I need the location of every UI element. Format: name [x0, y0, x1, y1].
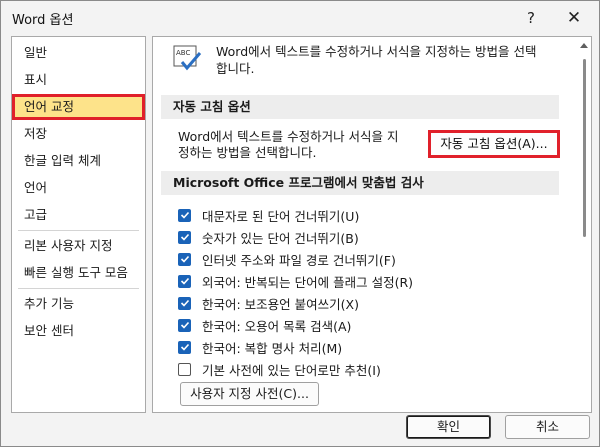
custom-dictionaries-button[interactable]: 사용자 지정 사전(C)...: [180, 382, 319, 406]
svg-text:ABC: ABC: [176, 49, 190, 57]
intro-text: Word에서 텍스트를 수정하거나 서식을 지정하는 방법을 선택합니다.: [216, 44, 537, 76]
sidebar-item-customize-ribbon[interactable]: 리본 사용자 지정: [12, 233, 145, 259]
autocorrect-options-button[interactable]: 자동 고침 옵션(A)...: [428, 130, 560, 158]
spelling-section-heading: Microsoft Office 프로그램에서 맞춤법 검사: [161, 171, 559, 195]
scroll-thumb[interactable]: [583, 59, 586, 237]
option-korean-misuse-list[interactable]: 한국어: 오용어 목록 검색(A): [178, 315, 351, 335]
sidebar-item-proofing[interactable]: 언어 교정: [12, 94, 145, 120]
sidebar-item-trust-center[interactable]: 보안 센터: [12, 318, 145, 344]
option-label: 인터넷 주소와 파일 경로 건너뛰기(F): [202, 252, 396, 268]
options-sidebar: 일반 표시 언어 교정 저장 한글 입력 체계 언어 고급 리본 사용자 지정 …: [11, 36, 146, 413]
checkbox-checked[interactable]: [178, 296, 191, 310]
sidebar-item-hangul-input[interactable]: 한글 입력 체계: [12, 148, 145, 174]
sidebar-divider: [18, 288, 139, 289]
option-flag-repeated-words[interactable]: 외국어: 반복되는 단어에 플래그 설정(R): [178, 271, 413, 291]
checkbox-checked[interactable]: [178, 230, 191, 244]
option-label: 한국어: 복합 명사 처리(M): [202, 340, 343, 356]
option-korean-compound-nouns[interactable]: 한국어: 복합 명사 처리(M): [178, 337, 342, 357]
title-bar: Word 옵션 ? ✕: [1, 1, 599, 35]
option-ignore-numbers[interactable]: 숫자가 있는 단어 건너뛰기(B): [178, 227, 359, 247]
vertical-scrollbar[interactable]: [578, 37, 590, 412]
checkbox-checked[interactable]: [178, 208, 191, 222]
option-ignore-uppercase[interactable]: 대문자로 된 단어 건너뛰기(U): [178, 205, 359, 225]
checkbox-unchecked[interactable]: [178, 362, 191, 376]
checkbox-checked[interactable]: [178, 274, 191, 288]
proofing-abc-check-icon: ABC: [173, 45, 202, 71]
option-label: 대문자로 된 단어 건너뛰기(U): [202, 208, 360, 224]
window-title: Word 옵션: [12, 13, 74, 28]
sidebar-item-add-ins[interactable]: 추가 기능: [12, 291, 145, 317]
proofing-content-pane: ABC Word에서 텍스트를 수정하거나 서식을 지정하는 방법을 선택합니다…: [152, 36, 592, 413]
sidebar-item-save[interactable]: 저장: [12, 121, 145, 147]
sidebar-item-quick-access-toolbar[interactable]: 빠른 실행 도구 모음: [12, 260, 145, 286]
option-label: 숫자가 있는 단어 건너뛰기(B): [202, 230, 359, 246]
sidebar-item-advanced[interactable]: 고급: [12, 202, 145, 228]
checkbox-checked[interactable]: [178, 318, 191, 332]
sidebar-item-language[interactable]: 언어: [12, 175, 145, 201]
checkbox-checked[interactable]: [178, 340, 191, 354]
ok-button[interactable]: 확인: [406, 415, 491, 439]
scroll-up-arrow-icon[interactable]: [580, 43, 588, 48]
sidebar-divider: [18, 230, 139, 231]
sidebar-item-display[interactable]: 표시: [12, 67, 145, 93]
option-suggest-main-dictionary-only[interactable]: 기본 사전에 있는 단어로만 추천(I): [178, 359, 381, 379]
sidebar-item-general[interactable]: 일반: [12, 40, 145, 66]
checkbox-checked[interactable]: [178, 252, 191, 266]
word-options-dialog: Word 옵션 ? ✕ 일반 표시 언어 교정 저장 한글 입력 체계 언어 고…: [0, 0, 600, 447]
autocorrect-description: Word에서 텍스트를 수정하거나 서식을 지정하는 방법을 선택합니다.: [178, 129, 399, 160]
option-label: 기본 사전에 있는 단어로만 추천(I): [202, 362, 381, 378]
cancel-button[interactable]: 취소: [505, 415, 590, 439]
autocorrect-section-heading: 자동 고침 옵션: [161, 95, 559, 119]
option-label: 외국어: 반복되는 단어에 플래그 설정(R): [202, 274, 414, 290]
option-korean-auxiliary-verbs[interactable]: 한국어: 보조용언 붙여쓰기(X): [178, 293, 359, 313]
question-mark-icon[interactable]: ?: [511, 3, 551, 33]
option-label: 한국어: 오용어 목록 검색(A): [202, 318, 352, 334]
option-label: 한국어: 보조용언 붙여쓰기(X): [202, 296, 359, 312]
close-icon[interactable]: ✕: [554, 3, 594, 33]
option-ignore-internet-paths[interactable]: 인터넷 주소와 파일 경로 건너뛰기(F): [178, 249, 396, 269]
